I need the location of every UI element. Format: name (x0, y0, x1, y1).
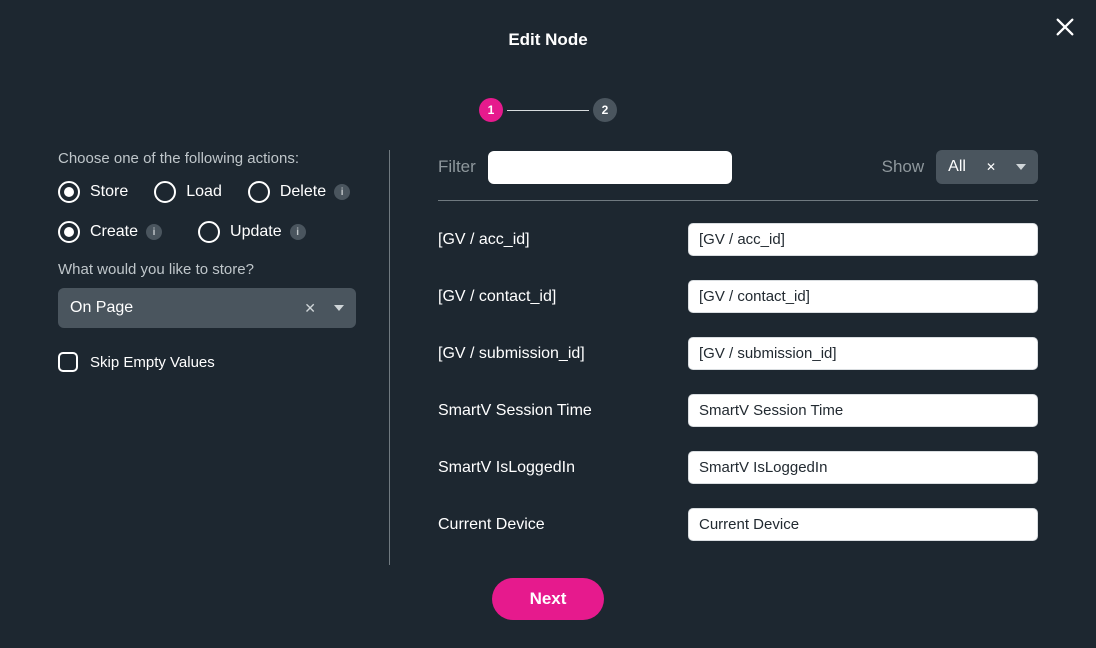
field-row: Current Device (438, 508, 1038, 541)
radio-icon (58, 221, 80, 243)
clear-icon[interactable]: ✕ (986, 160, 996, 174)
show-label: Show (882, 157, 925, 177)
clear-icon[interactable]: ✕ (304, 300, 316, 317)
radio-icon (154, 181, 176, 203)
action-radio-create[interactable]: Create i (58, 221, 162, 243)
step-connector (507, 110, 589, 111)
select-value: On Page (70, 299, 133, 317)
field-input[interactable] (688, 337, 1038, 370)
field-label: SmartV IsLoggedIn (438, 459, 688, 477)
field-label: [GV / acc_id] (438, 231, 688, 249)
field-label: [GV / submission_id] (438, 345, 688, 363)
field-label: [GV / contact_id] (438, 288, 688, 306)
info-icon[interactable]: i (146, 224, 162, 240)
action-radio-delete[interactable]: Delete i (248, 181, 350, 203)
field-row: SmartV Session Time (438, 394, 1038, 427)
field-row: [GV / acc_id] (438, 223, 1038, 256)
info-icon[interactable]: i (290, 224, 306, 240)
left-panel: Choose one of the following actions: Sto… (0, 150, 390, 565)
field-input[interactable] (688, 394, 1038, 427)
field-label: Current Device (438, 516, 688, 534)
field-input[interactable] (688, 280, 1038, 313)
store-target-select[interactable]: On Page ✕ (58, 288, 356, 328)
radio-label: Load (186, 183, 222, 201)
step-1[interactable]: 1 (479, 98, 503, 122)
radio-icon (198, 221, 220, 243)
radio-icon (58, 181, 80, 203)
checkbox-label: Skip Empty Values (90, 354, 215, 371)
step-2[interactable]: 2 (593, 98, 617, 122)
radio-icon (248, 181, 270, 203)
store-question: What would you like to store? (58, 261, 357, 278)
divider (438, 200, 1038, 201)
filter-label: Filter (438, 157, 476, 177)
next-button[interactable]: Next (492, 578, 604, 620)
select-value: All (948, 158, 966, 176)
field-row: SmartV IsLoggedIn (438, 451, 1038, 484)
chevron-down-icon (334, 305, 344, 311)
radio-label: Store (90, 183, 128, 201)
filter-input[interactable] (488, 151, 732, 184)
show-select[interactable]: All ✕ (936, 150, 1038, 184)
close-icon[interactable] (1054, 16, 1076, 38)
action-instruction: Choose one of the following actions: (58, 150, 357, 167)
stepper: 1 2 (0, 98, 1096, 122)
right-panel: Filter Show All ✕ [GV / acc_id] [GV / co… (390, 150, 1096, 565)
field-label: SmartV Session Time (438, 402, 688, 420)
radio-label: Update (230, 223, 282, 241)
modal-title: Edit Node (0, 0, 1096, 50)
radio-label: Delete (280, 183, 326, 201)
field-input[interactable] (688, 508, 1038, 541)
action-radio-load[interactable]: Load (154, 181, 222, 203)
action-radio-store[interactable]: Store (58, 181, 128, 203)
fields-list: [GV / acc_id] [GV / contact_id] [GV / su… (438, 223, 1038, 565)
skip-empty-checkbox[interactable]: Skip Empty Values (58, 352, 357, 372)
radio-label: Create (90, 223, 138, 241)
chevron-down-icon (1016, 164, 1026, 170)
field-row: [GV / submission_id] (438, 337, 1038, 370)
info-icon[interactable]: i (334, 184, 350, 200)
field-input[interactable] (688, 451, 1038, 484)
action-radio-update[interactable]: Update i (198, 221, 306, 243)
field-row: [GV / contact_id] (438, 280, 1038, 313)
checkbox-icon (58, 352, 78, 372)
field-input[interactable] (688, 223, 1038, 256)
